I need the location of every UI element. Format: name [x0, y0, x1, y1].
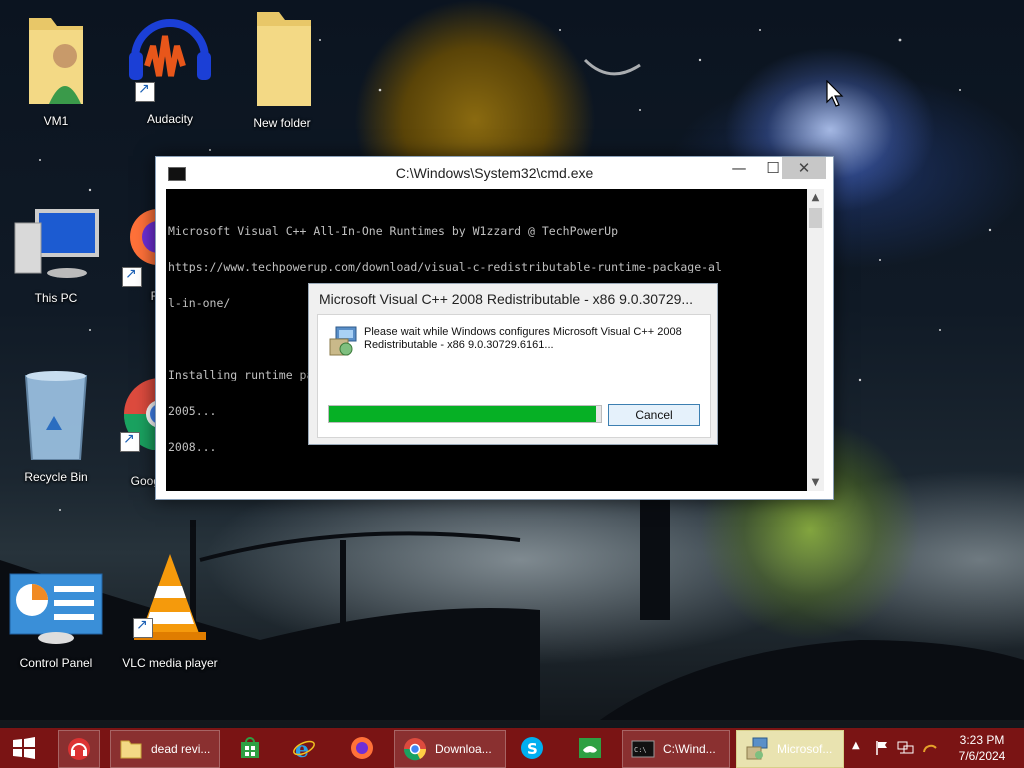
- clock-date: 7/6/2024: [958, 749, 1006, 763]
- taskbar-item-label: dead revi...: [151, 742, 211, 756]
- scroll-down-icon[interactable]: ▼: [807, 474, 824, 491]
- gamepad-icon: [579, 738, 601, 758]
- taskbar-clock[interactable]: 3:23 PM 7/6/2024: [948, 732, 1016, 764]
- close-button[interactable]: ✕: [782, 157, 826, 179]
- network-icon[interactable]: [896, 740, 914, 756]
- shortcut-arrow-icon: [120, 431, 140, 452]
- taskbar-internet-explorer[interactable]: e: [284, 730, 324, 766]
- audacity-icon: [129, 8, 211, 102]
- installer-package-icon: [328, 325, 358, 357]
- firefox-icon: [351, 737, 373, 759]
- chrome-icon: [116, 370, 160, 452]
- svg-text:S: S: [527, 740, 538, 758]
- scroll-up-icon[interactable]: ▲: [807, 189, 824, 206]
- progress-fill: [329, 406, 596, 422]
- control-panel-icon: [9, 570, 103, 644]
- taskbar-explorer[interactable]: dead revi...: [110, 730, 220, 768]
- desktop-icon-audacity[interactable]: Audacity: [120, 8, 220, 126]
- recycle-bin-icon: [21, 370, 91, 461]
- computer-icon: [14, 205, 99, 278]
- show-hidden-icons-icon[interactable]: ▲: [852, 740, 860, 751]
- cmd-titlebar[interactable]: C:\Windows\System32\cmd.exe — ☐ ✕: [156, 157, 833, 189]
- installer-package-icon: [746, 737, 768, 760]
- skype-icon: S: [521, 737, 543, 759]
- folder-icon: [120, 740, 142, 759]
- taskbar-item-label: Microsof...: [777, 742, 833, 756]
- svg-text:C:\: C:\: [634, 746, 647, 754]
- taskbar-xbox[interactable]: [570, 730, 610, 766]
- desktop-icon-label: VLC media player: [122, 656, 218, 670]
- internet-explorer-icon: e: [293, 737, 315, 760]
- taskbar-cmd[interactable]: C:\ C:\Wind...: [622, 730, 730, 768]
- start-button[interactable]: [6, 730, 46, 766]
- console-line: https://www.techpowerup.com/download/vis…: [168, 261, 722, 273]
- desktop-icon-label: This PC: [34, 291, 78, 305]
- cancel-button[interactable]: Cancel: [608, 404, 700, 426]
- headphones-icon: [68, 738, 90, 760]
- taskbar-firefox[interactable]: [342, 730, 382, 766]
- store-icon: [241, 737, 259, 758]
- sync-spinner-icon: [923, 744, 937, 753]
- desktop-icon-this-pc[interactable]: This PC: [6, 205, 106, 305]
- desktop-icon-label: Audacity: [146, 112, 194, 126]
- shortcut-arrow-icon: [122, 266, 142, 287]
- vertical-scrollbar[interactable]: ▲ ▼: [807, 189, 824, 491]
- desktop-icon-label: Control Panel: [19, 656, 93, 670]
- windows-logo-icon: [13, 737, 35, 759]
- svg-text:e: e: [295, 737, 309, 760]
- shortcut-arrow-icon: [135, 81, 155, 102]
- desktop-icon-vm1[interactable]: VM1: [6, 8, 106, 128]
- taskbar-skype[interactable]: S: [512, 730, 552, 766]
- console-line: Microsoft Visual C++ All-In-One Runtimes…: [168, 225, 619, 237]
- taskbar-chrome[interactable]: Downloa...: [394, 730, 506, 768]
- install-progress-bar: [328, 405, 602, 423]
- installer-title: Microsoft Visual C++ 2008 Redistributabl…: [319, 291, 694, 307]
- clock-time: 3:23 PM: [959, 733, 1005, 747]
- taskbar-installer[interactable]: Microsof...: [736, 730, 844, 768]
- firefox-icon: [118, 205, 158, 287]
- desktop-icon-label: VM1: [43, 114, 69, 128]
- system-tray: ▲: [850, 728, 946, 768]
- taskbar-item-label: C:\Wind...: [663, 742, 716, 756]
- desktop-icon-label: Recycle Bin: [24, 470, 88, 484]
- desktop-icon-label: F: [118, 289, 158, 303]
- user-folder-icon: [21, 8, 91, 104]
- scroll-thumb[interactable]: [809, 208, 822, 228]
- desktop-icon-control-panel[interactable]: Control Panel: [6, 570, 106, 670]
- taskbar-store[interactable]: [230, 730, 270, 766]
- cmd-icon: C:\: [631, 740, 655, 758]
- installer-dialog[interactable]: Microsoft Visual C++ 2008 Redistributabl…: [308, 283, 718, 445]
- desktop-icon-google-chrome[interactable]: Goog: [116, 370, 160, 488]
- desktop-icon-label: New folder: [253, 116, 311, 130]
- installer-panel: Please wait while Windows configures Mic…: [317, 314, 711, 438]
- folder-icon: [247, 8, 317, 106]
- vlc-cone-icon: [133, 552, 206, 640]
- desktop-icon-recycle-bin[interactable]: Recycle Bin: [6, 370, 106, 484]
- desktop-icon-new-folder[interactable]: New folder: [232, 8, 332, 130]
- mouse-cursor-icon: [826, 80, 844, 107]
- shortcut-arrow-icon: [133, 617, 153, 638]
- action-center-flag-icon[interactable]: [874, 740, 890, 756]
- minimize-button[interactable]: —: [722, 157, 756, 179]
- taskbar-item-label: Downloa...: [435, 742, 492, 756]
- desktop-icon-label: Goog: [130, 474, 160, 488]
- installer-message: Please wait while Windows configures Mic…: [364, 326, 682, 351]
- desktop-icon-vlc[interactable]: VLC media player: [120, 552, 220, 670]
- taskbar-headphones-app[interactable]: [58, 730, 100, 768]
- desktop-icon-firefox[interactable]: F: [118, 205, 158, 303]
- chrome-icon: [403, 738, 427, 761]
- taskbar: dead revi... e Downloa... S C:\ C:\Wind.…: [0, 728, 1024, 768]
